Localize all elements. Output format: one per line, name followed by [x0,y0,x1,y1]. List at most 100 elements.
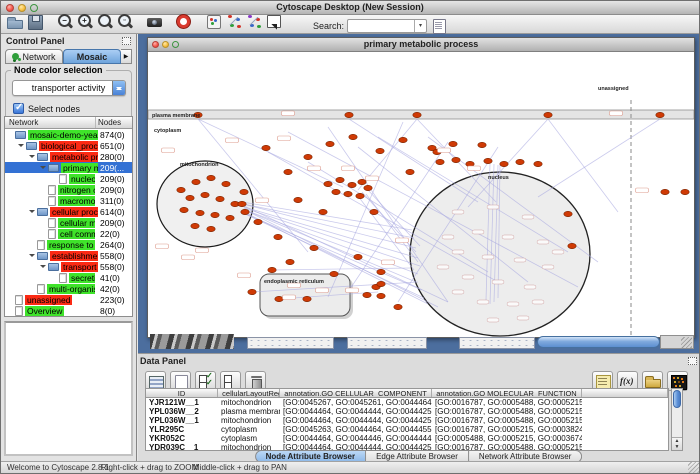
table-cell[interactable]: mitochondrion [218,416,280,425]
table-cell[interactable]: [GO:0044464, GO:0044446, GO:0044444, G..… [280,434,432,443]
network-node[interactable] [478,142,486,147]
table-cell[interactable]: cytoplasm [218,434,280,443]
network-node[interactable] [211,212,219,217]
column-header[interactable]: _cellularLayoutRegion [218,389,280,397]
tree-row[interactable]: Overview8(0) [5,305,132,316]
network-view-window[interactable]: primary metabolic process plasma membran… [147,37,695,338]
tree-row[interactable]: cellular metaboli209(0) [5,217,132,228]
network-node[interactable] [568,243,576,248]
network-node[interactable] [192,179,200,184]
network-node[interactable] [216,196,224,201]
column-header[interactable]: annotation.GO MOLECULAR_FUNCTION [432,389,582,397]
close-icon[interactable] [6,4,14,12]
network-node[interactable] [516,159,524,164]
close-icon[interactable] [152,41,159,48]
network-node[interactable] [304,154,312,159]
table-row[interactable]: YKR052Ccytoplasm[GO:0044464, GO:0044446,… [146,434,668,443]
tree-col-network[interactable]: Network [5,117,96,128]
network-node[interactable] [201,192,209,197]
table-cell[interactable]: [GO:0016787, GO:0005215, GO:0003824, G..… [432,425,582,434]
network-node[interactable] [534,161,542,166]
expand-arrow-icon[interactable] [40,166,46,172]
zoom-selected-icon[interactable] [96,13,114,30]
background-window-fragment[interactable] [150,334,234,349]
expand-arrow-icon[interactable] [29,254,35,260]
search-input[interactable] [349,21,413,31]
table-row[interactable]: YPL036W__1mitochondrion[GO:0044464, GO:0… [146,416,668,425]
network-node[interactable] [349,134,357,139]
float-panel-icon[interactable] [122,37,131,45]
network-node[interactable] [436,159,444,164]
table-cell[interactable]: cytoplasm [218,425,280,434]
network-node[interactable] [376,148,384,153]
birds-eye-view[interactable] [4,321,133,456]
network-node[interactable] [452,157,460,162]
network-node[interactable] [319,209,327,214]
network-node[interactable] [661,189,669,194]
scrollbar-thumb[interactable] [673,390,681,408]
network-node[interactable] [207,226,215,231]
tab-network[interactable]: Network [5,49,63,64]
network-node[interactable] [262,145,270,150]
table-cell[interactable]: YPL036W__1 [146,416,218,425]
network-node[interactable] [394,304,402,309]
network-node[interactable] [354,254,362,259]
tree-row[interactable]: establishment of lo558(0) [5,250,132,261]
network-node[interactable] [363,292,371,297]
network-node[interactable] [364,185,372,190]
network-node[interactable] [348,182,356,187]
zoom-in-icon[interactable] [76,13,94,30]
network-node[interactable] [336,177,344,182]
network-canvas[interactable]: plasma membranecytoplasmmitochondrionnuc… [148,52,694,337]
network-node[interactable] [330,271,338,276]
table-cell[interactable]: [GO:0045263, GO:0044464, GO:0044455, G..… [280,425,432,434]
network-node[interactable] [656,112,664,117]
network-node[interactable] [310,245,318,250]
float-panel-icon[interactable] [688,357,697,365]
tab-mosaic[interactable]: Mosaic [63,49,121,64]
save-icon[interactable] [26,13,44,30]
network-node[interactable] [564,211,572,216]
node-color-select[interactable]: transporter activity [12,80,126,96]
table-cell[interactable]: [GO:0005488, GO:0005215, GO:0003674] [432,434,582,443]
network-node[interactable] [275,296,283,301]
expand-arrow-icon[interactable] [29,210,35,216]
network-node[interactable] [377,293,385,298]
tree-col-nodes[interactable]: Nodes [96,117,132,128]
tab-scroll-right-icon[interactable]: ▶ [121,49,132,64]
network-node[interactable] [240,189,248,194]
select-mode-icon[interactable] [265,13,283,30]
zoom-window-icon[interactable] [30,4,38,12]
table-cell[interactable]: plasma membrane [218,407,280,416]
table-cell[interactable]: [GO:0016787, GO:0005488, GO:0005215, G..… [432,416,582,425]
network-node[interactable] [226,215,234,220]
window-resize-corner[interactable] [660,335,694,349]
network-node[interactable] [222,181,230,186]
select-stepper-icon[interactable] [112,81,125,95]
table-cell[interactable]: [GO:0016787, GO:0005488, GO:0005215, G..… [432,398,582,407]
network-node[interactable] [500,161,508,166]
tree-row[interactable]: metabolic process280(0) [5,151,132,162]
table-cell[interactable]: YKR052C [146,434,218,443]
network-node[interactable] [406,169,414,174]
network-node[interactable] [274,234,282,239]
expand-arrow-icon[interactable] [40,265,46,271]
expand-arrow-icon[interactable] [18,144,24,150]
network-node[interactable] [191,223,199,228]
vizmapper-icon[interactable] [205,13,223,30]
network-import-icon[interactable] [245,13,263,30]
search-combobox[interactable]: ▾ [347,19,427,33]
network-node[interactable] [284,169,292,174]
table-row[interactable]: YJR121W__1mitochondrion[GO:0045267, GO:0… [146,398,668,407]
tree-row[interactable]: primary metabolic209(... [5,162,132,173]
tree-row[interactable]: nucleobase-cont209(0) [5,173,132,184]
network-node[interactable] [413,112,421,117]
table-cell[interactable]: [GO:0044464, GO:0044444, GO:0044425, G..… [280,416,432,425]
table-cell[interactable]: YDR039C__1 [146,443,218,451]
open-icon[interactable] [6,13,24,30]
table-cell[interactable]: [GO:0045267, GO:0045261, GO:0044464, G..… [280,398,432,407]
zoom-fit-icon[interactable] [116,13,134,30]
network-window-titlebar[interactable]: primary metabolic process [148,38,694,52]
network-node[interactable] [344,191,352,196]
network-node[interactable] [254,219,262,224]
